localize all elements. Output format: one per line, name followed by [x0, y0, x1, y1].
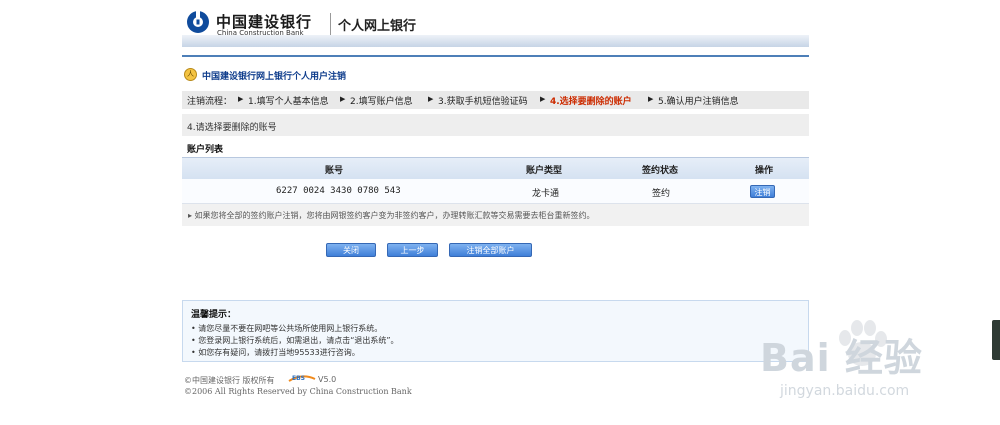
section-heading: 4.请选择要删除的账号: [187, 123, 277, 133]
ccb-logo-icon: [187, 10, 209, 33]
account-type: 龙卡通: [532, 189, 560, 199]
account-number: 6227 0024 3430 0780 543: [276, 186, 401, 196]
back-button[interactable]: 上一步: [387, 243, 438, 257]
tips-title: 温馨提示：: [191, 310, 237, 320]
step-2: 2.填写账户信息: [350, 97, 413, 107]
tip-item: • 请您尽量不要在网吧等公共场所使用网上银行系统。: [191, 324, 383, 333]
site-name: 个人网上银行: [338, 19, 417, 34]
watermark-url: jingyan.baidu.com: [780, 383, 910, 399]
table-header: [182, 157, 809, 180]
header-rule: [182, 55, 809, 57]
column-header-status: 签约状态: [642, 166, 679, 176]
cancel-all-accounts-button[interactable]: 注销全部账户: [449, 243, 532, 257]
ebs-logo-icon: EBS: [288, 375, 316, 382]
column-header-account: 账号: [325, 166, 344, 176]
tip-item: • 您登录网上银行系统后，如需退出，请点击“退出系统”。: [191, 336, 399, 345]
column-header-type: 账户类型: [526, 166, 563, 176]
note-text: ▸ 如果您将全部的签约账户注销，您将由网银签约客户变为非签约客户，办理转账汇款等…: [188, 211, 595, 220]
triangle-right-icon: ▶: [238, 95, 244, 103]
triangle-right-icon: ▶: [540, 95, 546, 103]
sign-status: 签约: [652, 189, 671, 199]
cancel-account-button[interactable]: 注销: [750, 185, 775, 198]
version-label: V5.0: [318, 375, 337, 384]
watermark-text: Bai 经验: [760, 336, 923, 380]
account-list-title: 账户列表: [187, 145, 224, 155]
copyright-cn: ©中国建设银行 版权所有: [184, 376, 275, 385]
column-header-action: 操作: [755, 166, 774, 176]
header-divider: [330, 13, 331, 35]
step-3: 3.获取手机短信验证码: [438, 97, 528, 107]
triangle-right-icon: ▶: [428, 95, 434, 103]
copyright-en: ©2006 All Rights Reserved by China Const…: [184, 387, 412, 396]
triangle-right-icon: ▶: [648, 95, 654, 103]
steps-prefix: 注销流程：: [187, 97, 233, 107]
step-4-current: 4.选择要删除的账户: [550, 97, 632, 107]
close-button[interactable]: 关闭: [326, 243, 376, 257]
page-title: 中国建设银行网上银行个人用户注销: [202, 72, 347, 82]
step-1: 1.填写个人基本信息: [248, 97, 329, 107]
step-5: 5.确认用户注销信息: [658, 97, 739, 107]
side-indicator[interactable]: [992, 320, 1000, 360]
user-icon: 人: [184, 68, 197, 81]
header-gradient-bar: [182, 35, 809, 47]
svg-text:EBS: EBS: [292, 375, 305, 382]
triangle-right-icon: ▶: [340, 95, 346, 103]
tip-item: • 如您存有疑问，请拨打当地95533进行咨询。: [191, 348, 360, 357]
